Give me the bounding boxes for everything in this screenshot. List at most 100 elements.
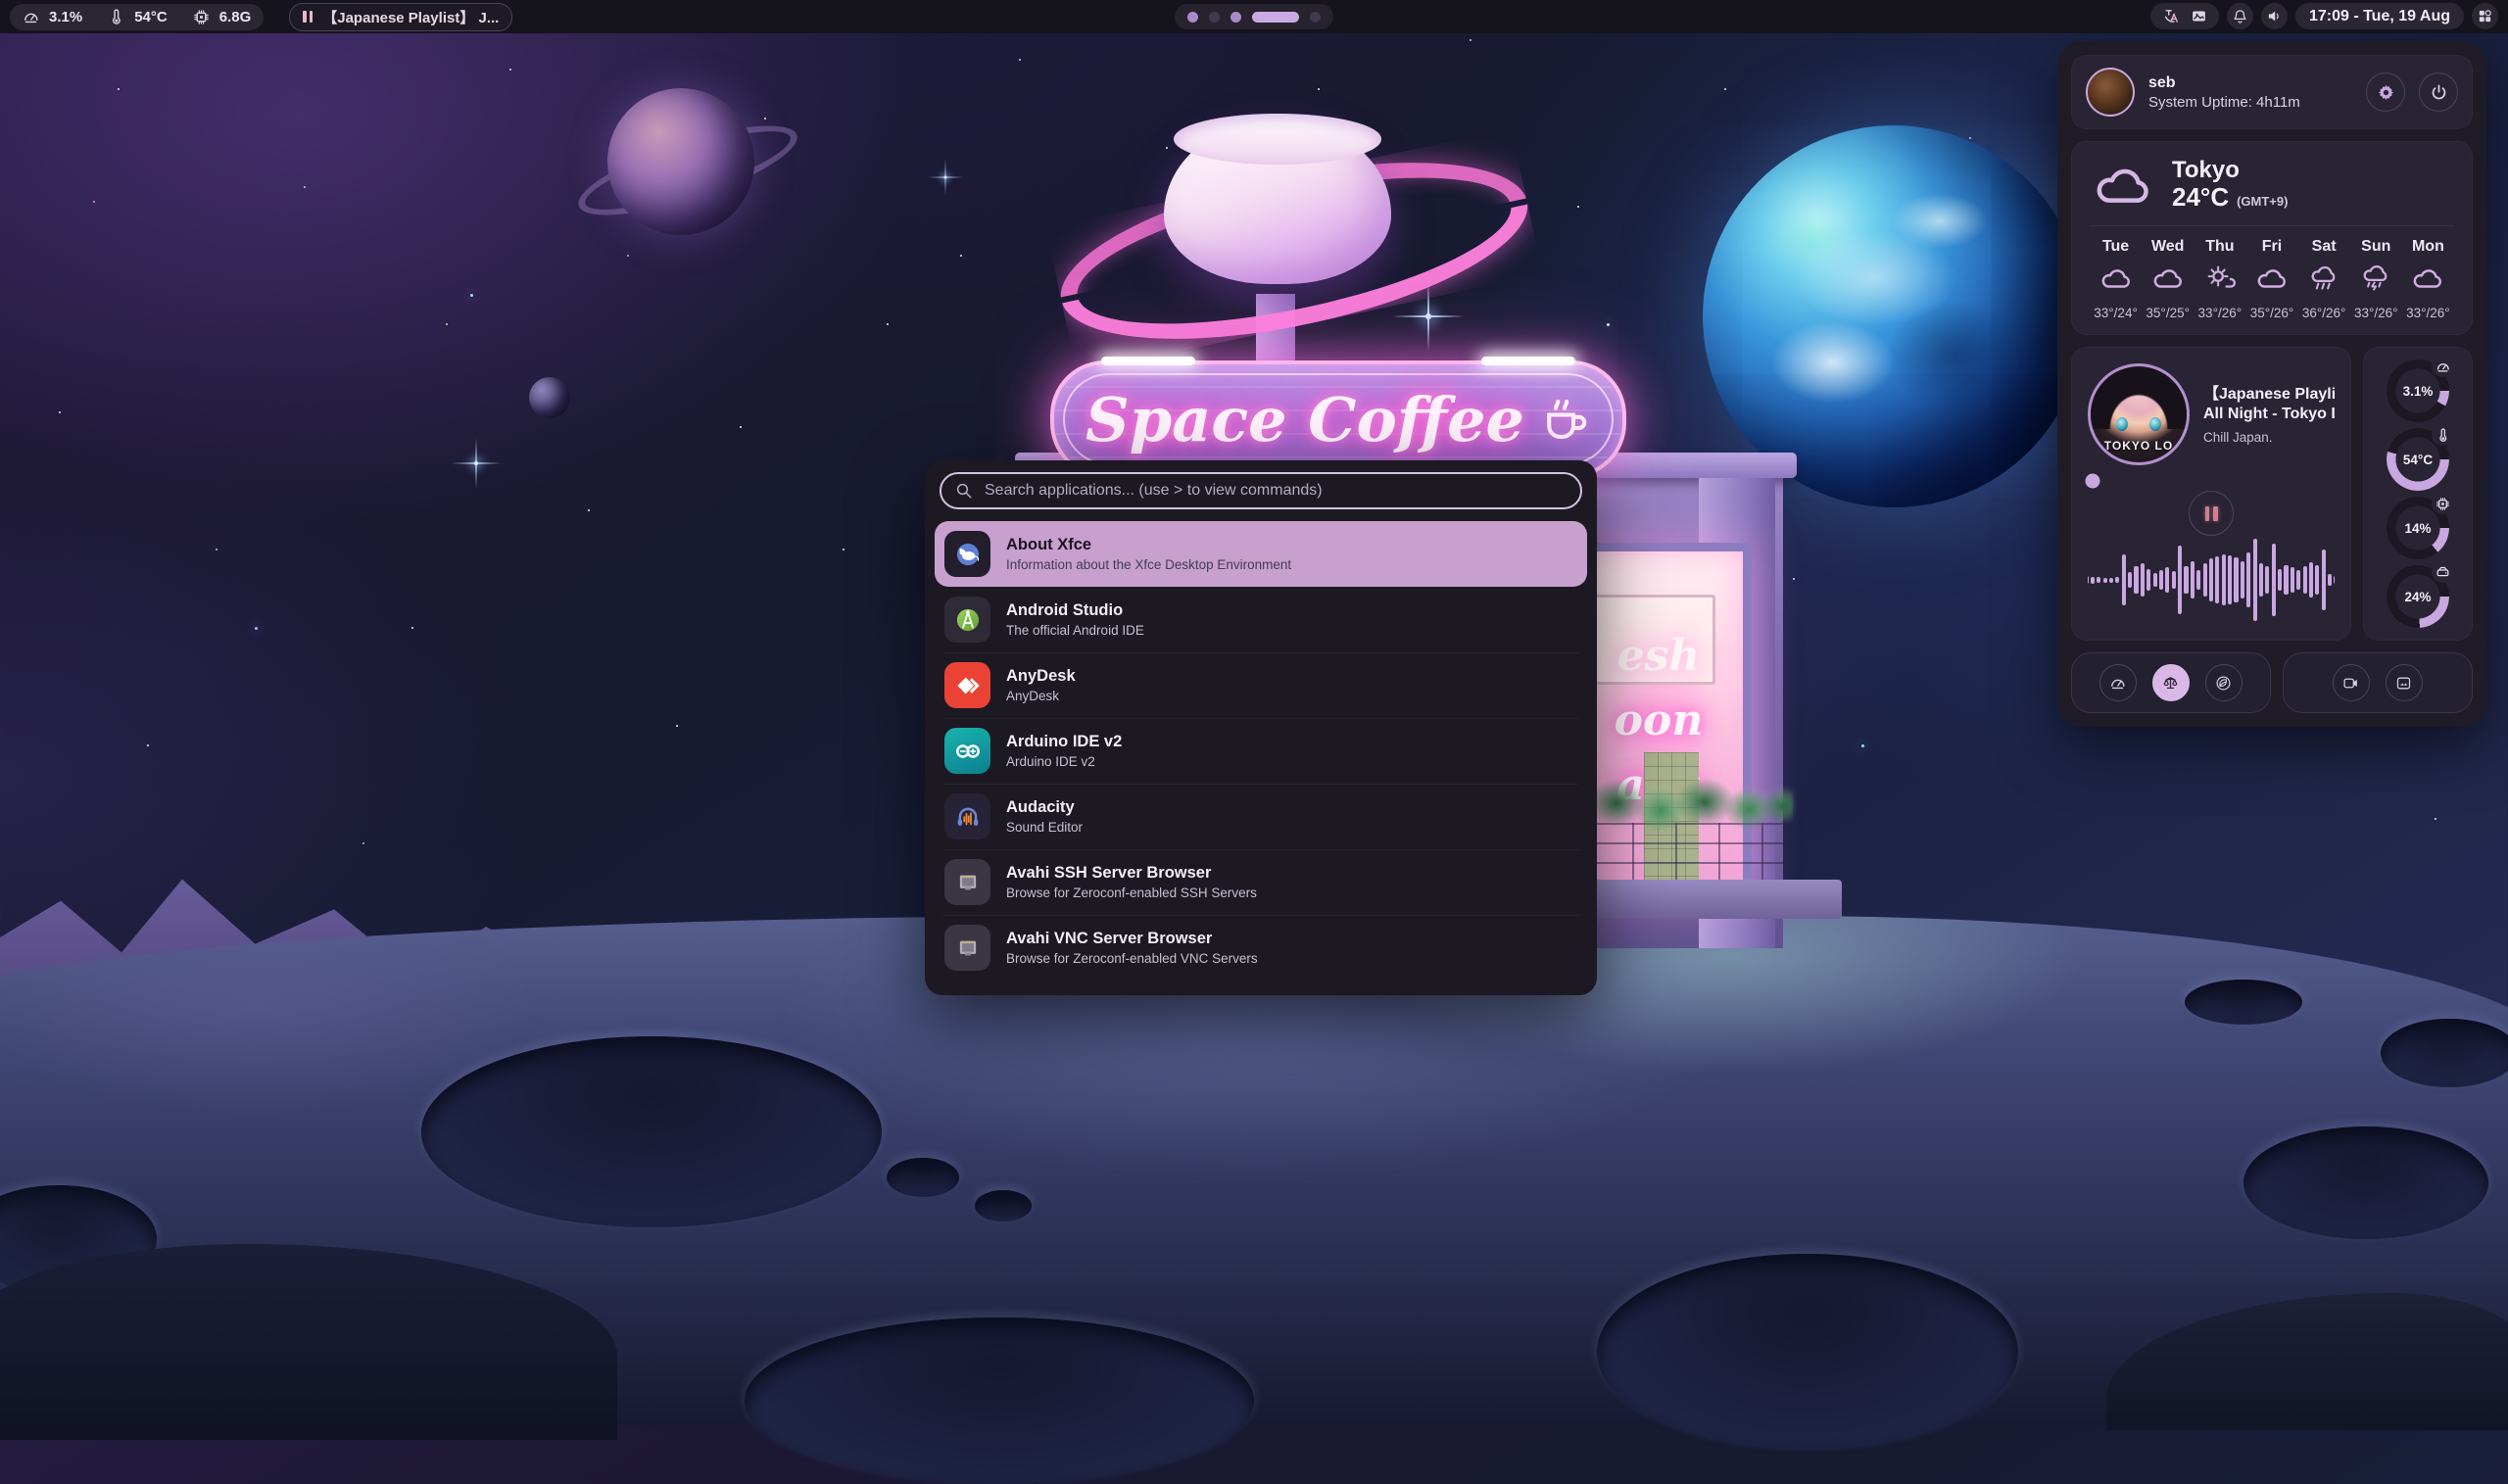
- workspace-dot-5[interactable]: [1310, 12, 1321, 23]
- workspace-dot-2[interactable]: [1209, 12, 1220, 23]
- play-pause-button[interactable]: [2189, 491, 2234, 536]
- app-name: Avahi SSH Server Browser: [1006, 864, 1257, 882]
- temperature-value: 54°C: [134, 9, 168, 25]
- performance-mode-button[interactable]: [2099, 664, 2137, 701]
- waveform-bar: [2303, 566, 2307, 594]
- sun-cloud-icon: [2194, 263, 2245, 298]
- waveform-bar: [2115, 577, 2119, 583]
- sign-light: [1101, 357, 1195, 365]
- forecast-day: Tue: [2090, 238, 2142, 256]
- waveform-bar: [2196, 570, 2200, 590]
- workspace-dot-3[interactable]: [1230, 12, 1241, 23]
- waveform-bar: [2146, 569, 2150, 591]
- balanced-mode-button[interactable]: [2152, 664, 2190, 701]
- arduino-icon: [944, 728, 990, 774]
- crater: [745, 1317, 1254, 1484]
- app-description: The official Android IDE: [1006, 623, 1144, 638]
- sign-light: [1481, 357, 1575, 365]
- waveform-bar: [2191, 561, 2194, 598]
- network-port-icon: [944, 925, 990, 971]
- app-row-avahi-ssh[interactable]: Avahi SSH Server Browser Browse for Zero…: [935, 849, 1587, 915]
- app-description: Information about the Xfce Desktop Envir…: [1006, 557, 1291, 572]
- waveform-bar: [2328, 574, 2332, 586]
- avatar[interactable]: [2086, 68, 2135, 117]
- gauge-disk: 24%: [2387, 565, 2449, 628]
- scales-icon: [2162, 675, 2179, 692]
- rain-icon: [2298, 263, 2350, 298]
- workspace-dot-1[interactable]: [1187, 12, 1198, 23]
- app-launcher-dialog: About Xfce Information about the Xfce De…: [925, 460, 1597, 995]
- waveform-bar: [2172, 571, 2176, 589]
- cpu-load-icon: [23, 9, 39, 25]
- system-stats-pill[interactable]: 3.1% 54°C 6.8G: [10, 4, 264, 30]
- waveform-bar: [2246, 552, 2250, 607]
- forecast-day: Sun: [2350, 238, 2402, 256]
- track-title-line2: All Night - Tokyo LoFi Chill...: [2203, 405, 2335, 424]
- app-row-android-studio[interactable]: Android Studio The official Android IDE: [935, 587, 1587, 652]
- screen-record-button[interactable]: [2333, 664, 2370, 701]
- weather-card: Tokyo 24°C (GMT+9) Tue Wed Thu Fri Sat S…: [2071, 141, 2473, 335]
- clock[interactable]: 17:09 - Tue, 19 Aug: [2295, 3, 2464, 29]
- album-art[interactable]: TOKYO LO: [2088, 363, 2190, 465]
- app-description: Sound Editor: [1006, 820, 1083, 835]
- bell-icon: [2232, 8, 2248, 24]
- waveform-bar: [2203, 563, 2207, 597]
- waveform-bar: [2315, 565, 2319, 595]
- coffee-cup-icon: [1538, 393, 1591, 446]
- forecast-day: Mon: [2402, 238, 2454, 256]
- app-row-about-xfce[interactable]: About Xfce Information about the Xfce De…: [935, 521, 1587, 587]
- now-playing-pill[interactable]: 【Japanese Playlist】 J...: [289, 3, 512, 31]
- divider: [2090, 225, 2454, 226]
- waveform: [2088, 536, 2335, 624]
- app-row-avahi-vnc[interactable]: Avahi VNC Server Browser Browse for Zero…: [935, 915, 1587, 981]
- notifications-button[interactable]: [2227, 3, 2253, 29]
- app-results-list: About Xfce Information about the Xfce De…: [925, 521, 1597, 987]
- progress-knob[interactable]: [2086, 474, 2100, 489]
- window-neon-text: oon: [1574, 699, 1743, 742]
- search-input[interactable]: [983, 481, 1567, 501]
- input-method-icon[interactable]: [2162, 8, 2179, 24]
- app-row-audacity[interactable]: Audacity Sound Editor: [935, 784, 1587, 849]
- waveform-bar: [2272, 544, 2276, 616]
- volume-button[interactable]: [2261, 3, 2288, 29]
- powersave-mode-button[interactable]: [2205, 664, 2243, 701]
- dashboard-panel: seb System Uptime: 4h11m Tokyo 24°C (GMT…: [2057, 41, 2486, 727]
- app-name: AnyDesk: [1006, 667, 1076, 685]
- waveform-bar: [2291, 567, 2294, 593]
- temperature-icon: [108, 9, 124, 25]
- waveform-bar: [2103, 578, 2107, 583]
- waveform-bar: [2153, 573, 2157, 587]
- wallpaper-icon[interactable]: [2191, 8, 2207, 24]
- waveform-bar: [2122, 554, 2126, 605]
- crater: [887, 1158, 959, 1197]
- thermometer-icon: [2432, 424, 2453, 446]
- app-row-anydesk[interactable]: AnyDesk AnyDesk: [935, 652, 1587, 718]
- audacity-icon: [944, 793, 990, 839]
- app-row-arduino[interactable]: Arduino IDE v2 Arduino IDE v2: [935, 718, 1587, 784]
- workspace-switcher[interactable]: [1175, 4, 1333, 29]
- pause-icon: [2205, 506, 2210, 521]
- waveform-bar: [2334, 576, 2335, 584]
- tray-icons-pill[interactable]: [2150, 3, 2219, 29]
- workspace-dot-4[interactable]: [1252, 12, 1299, 23]
- username: seb: [2148, 74, 2352, 92]
- sign-text: Space Coffee: [1085, 384, 1524, 455]
- grid-icon: [2477, 8, 2493, 24]
- cloud-icon: [2245, 263, 2297, 298]
- app-grid-button[interactable]: [2472, 3, 2498, 29]
- search-field[interactable]: [940, 472, 1582, 509]
- screenshot-button[interactable]: [2386, 664, 2423, 701]
- network-port-icon: [944, 859, 990, 905]
- forecast-day: Wed: [2142, 238, 2194, 256]
- sparkle-star: [1425, 313, 1431, 319]
- storm-rain-icon: [2350, 263, 2402, 298]
- waveform-bar: [2178, 546, 2182, 614]
- media-player-card: TOKYO LO 【Japanese Playlist】 Japan All N…: [2071, 347, 2351, 641]
- power-button[interactable]: [2419, 72, 2458, 112]
- forecast-temps: 36°/26°: [2298, 306, 2350, 320]
- settings-button[interactable]: [2366, 72, 2405, 112]
- disk-icon: [2432, 561, 2453, 583]
- app-name: Arduino IDE v2: [1006, 733, 1122, 750]
- leaf-icon: [2215, 675, 2232, 692]
- forecast-temps: 33°/26°: [2402, 306, 2454, 320]
